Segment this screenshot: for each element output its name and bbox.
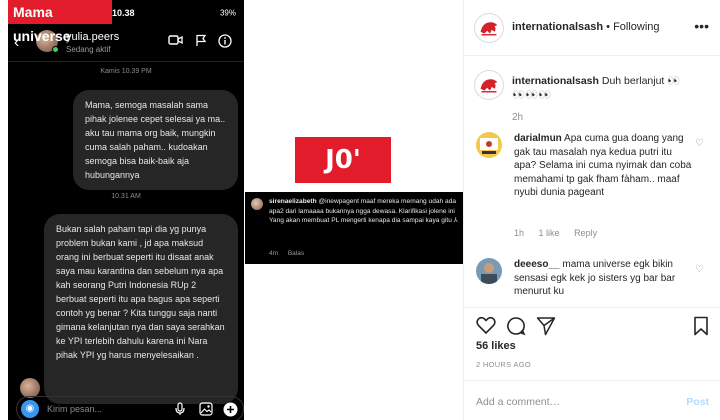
comment-username[interactable]: deeeso__: [514, 259, 560, 270]
received-message: Bukan salah paham tapi dia yg punya prob…: [44, 214, 238, 404]
message-timestamp: 10.31 AM: [111, 193, 141, 200]
likes-count[interactable]: 56 likes: [476, 340, 516, 352]
like-heart-icon[interactable]: [476, 316, 496, 339]
embedded-comment: sirenaelizabeth @inewpagent maaf mereka …: [245, 192, 463, 264]
avatar[interactable]: [476, 132, 502, 158]
composer-placeholder: Kirim pesan...: [47, 404, 103, 414]
comment-username[interactable]: darialmun: [514, 133, 562, 144]
reply-label: Balas: [287, 250, 305, 257]
avatar[interactable]: [476, 258, 502, 284]
comment-item: darialmun Apa cuma gua doang yang gak ta…: [476, 132, 716, 242]
avatar[interactable]: [474, 13, 504, 43]
dm-username: yulia.peers: [66, 31, 120, 43]
following-button[interactable]: Following: [613, 21, 659, 33]
add-comment-bar: Add a comment… Post: [464, 380, 720, 420]
caption-emojis: 👀👀👀: [512, 89, 552, 101]
sash-logo-icon: [480, 22, 498, 36]
avatar: [20, 378, 40, 398]
comment-time: 1h: [514, 228, 525, 238]
add-icon: [223, 402, 238, 420]
camera-icon: ◉: [21, 400, 39, 418]
post-panel: internationalsash • Following ••• intern…: [463, 0, 720, 420]
sent-message: Mama, semoga masalah sama pihak jolenee …: [73, 90, 238, 190]
post-media: 10.38 39% ‹ yulia.peers Sedang aktif Kam…: [0, 0, 463, 420]
dm-status: Sedang aktif: [66, 45, 111, 54]
add-comment-input[interactable]: Add a comment…: [476, 396, 560, 408]
info-icon: [218, 34, 232, 51]
avatar: [251, 198, 263, 210]
comment-time: 4m: [269, 250, 279, 257]
pray-icon: ⅄: [453, 217, 458, 224]
share-icon[interactable]: [536, 316, 556, 341]
message-composer: ◉ Kirim pesan...: [16, 396, 244, 420]
post-button[interactable]: Post: [686, 396, 709, 408]
gallery-icon: [199, 402, 213, 419]
bookmark-icon[interactable]: [693, 316, 709, 341]
separator: •: [606, 21, 610, 33]
avatar[interactable]: [474, 70, 504, 100]
caption: internationalsash Duh berlanjut 👀 👀👀👀: [512, 74, 707, 102]
comment-icon[interactable]: [506, 316, 526, 341]
status-time: 10.38: [112, 8, 135, 18]
overlay-label-jo: J0' sister: [295, 137, 391, 221]
video-call-icon: [168, 34, 183, 49]
comment-likes[interactable]: 1 like: [539, 228, 560, 238]
message-timestamp: Kamis 10.39 PM: [100, 68, 152, 75]
battery-level: 39%: [219, 8, 236, 18]
sash-logo-icon: [480, 79, 498, 93]
post-author[interactable]: internationalsash: [512, 21, 603, 33]
dm-screenshot: 10.38 39% ‹ yulia.peers Sedang aktif Kam…: [8, 0, 244, 420]
microphone-icon: [175, 402, 185, 419]
caption-text: Duh berlanjut 👀: [601, 75, 681, 87]
reply-button[interactable]: Reply: [574, 228, 597, 238]
heart-icon[interactable]: ♡: [695, 264, 704, 275]
comment-item: deeeso__ mama universe egk bikin sensasi…: [476, 258, 716, 302]
post-time: 2 HOURS AGO: [476, 360, 531, 369]
overlay-label-mama: Mama universe: [8, 0, 112, 44]
post-header: internationalsash • Following •••: [464, 0, 720, 56]
more-options-icon[interactable]: •••: [694, 18, 709, 34]
comment-username: sirenaelizabeth: [269, 198, 317, 205]
caption-time: 2h: [512, 112, 524, 123]
action-bar: [464, 307, 720, 343]
flag-icon: [195, 34, 207, 50]
heart-icon[interactable]: ♡: [695, 138, 704, 149]
caption-username[interactable]: internationalsash: [512, 75, 599, 87]
